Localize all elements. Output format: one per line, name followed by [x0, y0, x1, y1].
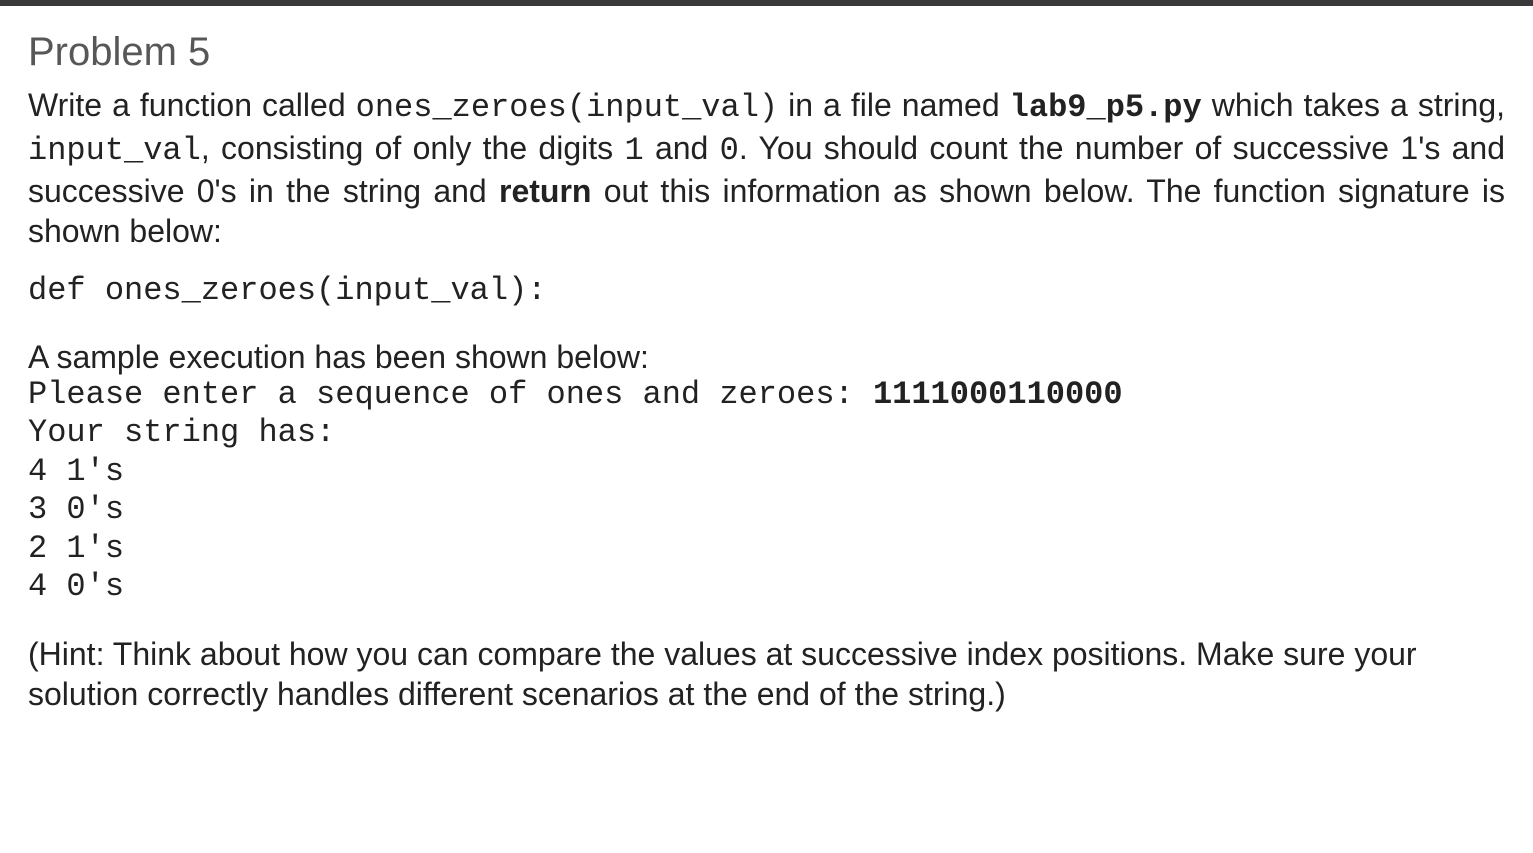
sample-output-line: Your string has: — [28, 414, 1505, 452]
sample-execution: Please enter a sequence of ones and zero… — [28, 376, 1505, 606]
sample-output-line: 4 0's — [28, 568, 1505, 606]
sample-prompt-line: Please enter a sequence of ones and zero… — [28, 376, 1505, 414]
code-inline: ones_zeroes(input_val) — [356, 89, 778, 126]
bold-text: return — [499, 173, 591, 209]
sample-output-line: 4 1's — [28, 453, 1505, 491]
hint-text: (Hint: Think about how you can compare t… — [28, 634, 1505, 714]
problem-content: Problem 5 Write a function called ones_z… — [0, 6, 1533, 742]
code-inline: 1 — [624, 132, 643, 169]
code-inline: 0 — [720, 132, 739, 169]
problem-description: Write a function called ones_zeroes(inpu… — [28, 85, 1505, 251]
sample-output-line: 2 1's — [28, 530, 1505, 568]
text-segment: , consisting of only the digits — [201, 130, 625, 166]
text-segment: Write a function called — [28, 87, 356, 123]
code-inline-bold: lab9_p5.py — [1010, 89, 1202, 126]
sample-prompt-input: 1111000110000 — [873, 376, 1123, 413]
problem-heading: Problem 5 — [28, 30, 1505, 75]
function-signature: def ones_zeroes(input_val): — [28, 271, 1505, 311]
text-segment: and — [644, 130, 720, 166]
code-inline: input_val — [28, 132, 201, 169]
text-segment: which takes a string, — [1202, 87, 1505, 123]
sample-intro: A sample execution has been shown below: — [28, 339, 1505, 376]
text-segment: in a file named — [778, 87, 1010, 123]
sample-prompt-label: Please enter a sequence of ones and zero… — [28, 376, 873, 413]
sample-output-line: 3 0's — [28, 491, 1505, 529]
